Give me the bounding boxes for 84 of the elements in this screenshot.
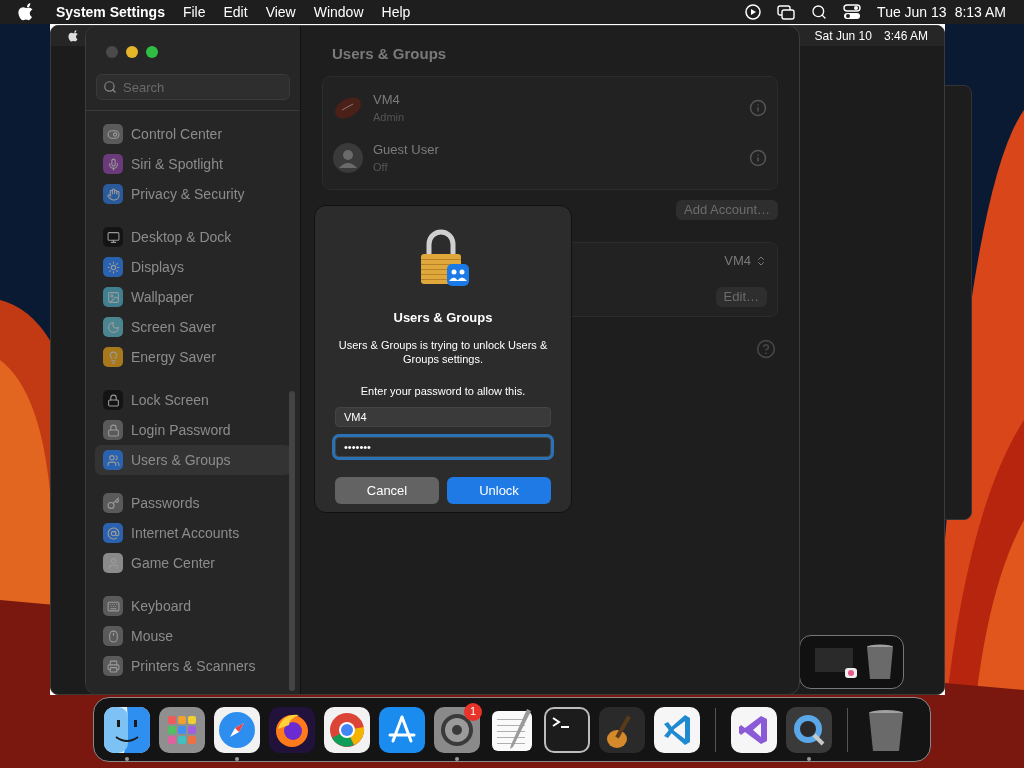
users-setting-icon [103, 450, 123, 470]
displays-setting-icon [103, 257, 123, 277]
control-setting-icon [103, 124, 123, 144]
sidebar-item[interactable]: Displays [95, 252, 291, 282]
menu-bar-date[interactable]: Tue Jun 13 [877, 1, 947, 23]
window-thumbnail-icon[interactable] [815, 646, 857, 678]
lock-setting-icon [103, 390, 123, 410]
internet-setting-icon [103, 523, 123, 543]
search-field[interactable]: Search [96, 74, 290, 100]
sidebar-item[interactable]: Energy Saver [95, 342, 291, 372]
scrollbar[interactable] [289, 391, 295, 691]
sidebar-item[interactable]: Keyboard [95, 591, 291, 621]
vm-date[interactable]: Sat Jun 10 [814, 27, 872, 45]
up-down-chevron-icon [755, 255, 767, 267]
dialog-prompt: Enter your password to allow this. [360, 383, 526, 399]
sidebar-item[interactable]: Siri & Spotlight [95, 149, 291, 179]
search-icon [103, 80, 117, 94]
wallpaper-setting-icon [103, 287, 123, 307]
page-title: Users & Groups [332, 44, 448, 64]
app-grid-icon[interactable] [159, 706, 205, 753]
toggles-icon[interactable] [843, 4, 862, 20]
sidebar-item[interactable]: Lock Screen [95, 385, 291, 415]
apple-icon[interactable] [68, 30, 79, 42]
user-name: VM4 [373, 90, 401, 109]
compass-icon[interactable] [214, 706, 260, 753]
menu-item[interactable]: File [182, 1, 206, 23]
sidebar-item[interactable]: Mouse [95, 621, 291, 651]
search-icon[interactable] [811, 4, 828, 20]
sidebar-item[interactable]: Game Center [95, 548, 291, 578]
notification-badge: 1 [464, 702, 482, 721]
sidebar-item[interactable]: Privacy & Security [95, 179, 291, 209]
menu-item[interactable]: View [265, 1, 296, 23]
zoom-button[interactable] [146, 46, 158, 58]
terminal-icon[interactable] [544, 706, 590, 753]
menu-item[interactable]: Window [313, 1, 364, 23]
siri-setting-icon [103, 154, 123, 174]
printer-setting-icon [103, 656, 123, 676]
dialog-message: Users & Groups is trying to unlock Users & Groups settings. [337, 337, 549, 366]
app-store-icon[interactable] [379, 706, 425, 753]
dialog-title: Users & Groups [393, 309, 493, 327]
sidebar-item[interactable]: Control Center [95, 119, 291, 149]
cancel-button[interactable]: Cancel [335, 477, 439, 504]
code-editor-icon[interactable] [654, 706, 700, 753]
sidebar-item[interactable]: Desktop & Dock [95, 222, 291, 252]
sidebar-item[interactable]: Printers & Scanners [95, 651, 291, 681]
login-setting-icon [103, 420, 123, 440]
windows-icon[interactable] [777, 4, 796, 20]
password-field[interactable]: ••••••• [335, 437, 551, 457]
add-account-button[interactable]: Add Account… [676, 199, 778, 220]
sidebar-item[interactable]: Login Password [95, 415, 291, 445]
minimize-button[interactable] [126, 46, 138, 58]
username-field[interactable]: VM4 [335, 407, 551, 427]
finder-icon[interactable] [104, 706, 150, 753]
chrome-icon[interactable] [324, 706, 370, 753]
game-setting-icon [103, 553, 123, 573]
notepad-pen-icon[interactable] [489, 706, 535, 753]
unlock-button[interactable]: Unlock [447, 477, 551, 504]
trash-icon[interactable] [865, 644, 895, 680]
user-name: Guest User [373, 140, 439, 159]
fox-globe-icon[interactable] [269, 706, 315, 753]
person-avatar [333, 142, 363, 173]
privacy-setting-icon [103, 184, 123, 204]
quicktime-icon[interactable] [786, 706, 832, 753]
sidebar-item[interactable]: Passwords [95, 488, 291, 518]
sidebar-item[interactable]: Users & Groups [95, 445, 291, 475]
vm-time[interactable]: 3:46 AM [883, 27, 928, 45]
mouse-setting-icon [103, 626, 123, 646]
screensaver-setting-icon [103, 317, 123, 337]
sidebar-item[interactable]: Internet Accounts [95, 518, 291, 548]
guitar-icon[interactable] [599, 706, 645, 753]
energy-setting-icon [103, 347, 123, 367]
menu-item[interactable]: Help [381, 1, 411, 23]
dock-setting-icon [103, 227, 123, 247]
passwords-setting-icon [103, 493, 123, 513]
sidebar-item[interactable]: Screen Saver [95, 312, 291, 342]
edit-button[interactable]: Edit… [715, 286, 767, 307]
app-menu[interactable]: System Settings [56, 1, 165, 23]
sidebar-item[interactable]: Wallpaper [95, 282, 291, 312]
gear-icon[interactable] [434, 706, 480, 753]
user-dropdown[interactable]: VM4 [724, 251, 767, 271]
play-circle-icon[interactable] [745, 4, 762, 20]
keyboard-setting-icon [103, 596, 123, 616]
menu-item[interactable]: Edit [223, 1, 248, 23]
infinity-icon[interactable] [731, 706, 777, 753]
